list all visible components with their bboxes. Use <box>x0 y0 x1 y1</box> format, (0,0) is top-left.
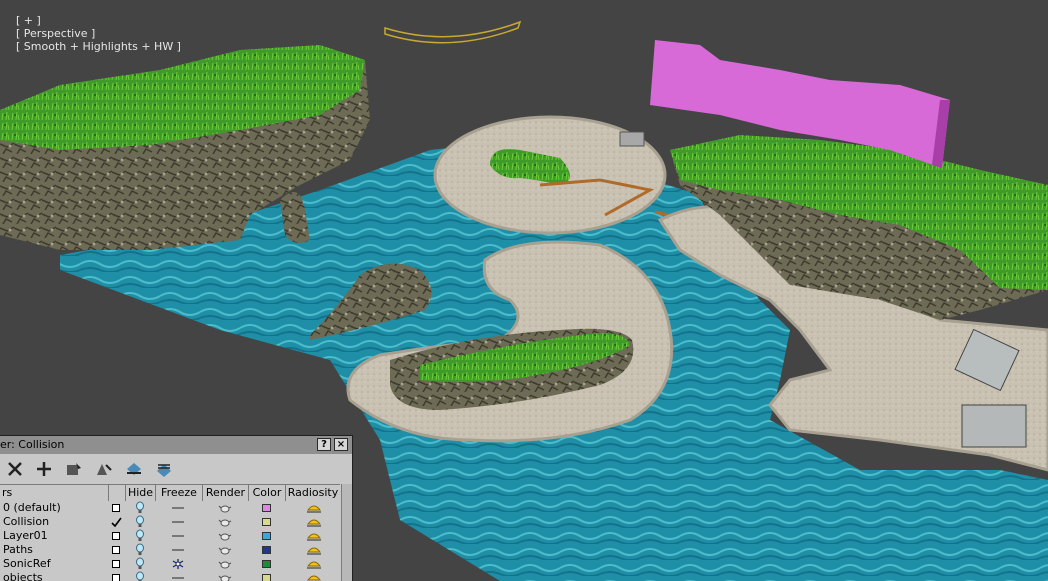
radiosity-sun-icon[interactable] <box>306 529 322 542</box>
current-layer-check-icon[interactable] <box>111 517 122 528</box>
viewport-view-menu[interactable]: [ Perspective ] <box>16 27 95 40</box>
layer-color-swatch[interactable] <box>262 532 271 540</box>
structure-b <box>961 404 1027 448</box>
layer-list: 0 (default) Collision Layer01 Paths SonicRef… <box>0 501 340 581</box>
layer-name[interactable]: 0 (default) <box>3 501 61 515</box>
freeze-dash-icon[interactable] <box>171 502 185 514</box>
layer-row[interactable]: SonicRef <box>0 557 340 571</box>
layer-row[interactable]: Layer01 <box>0 529 340 543</box>
freeze-dash-icon[interactable] <box>171 572 185 581</box>
col-freeze[interactable]: Freeze <box>155 485 202 501</box>
visibility-bulb-icon[interactable] <box>135 501 145 514</box>
layer-color-swatch[interactable] <box>262 504 271 512</box>
layer-color-swatch[interactable] <box>262 546 271 554</box>
layer-name[interactable]: SonicRef <box>3 557 51 571</box>
layer-list-scrollbar[interactable] <box>341 484 352 581</box>
visibility-bulb-icon[interactable] <box>135 571 145 581</box>
viewport-label: [ + ] [ Perspective ] [ Smooth + Highlig… <box>2 1 181 66</box>
radiosity-sun-icon[interactable] <box>306 543 322 556</box>
radiosity-sun-icon[interactable] <box>306 501 322 514</box>
layer-row[interactable]: Collision <box>0 515 340 529</box>
layer-name[interactable]: Paths <box>3 543 33 557</box>
spline-path <box>384 20 522 44</box>
layer-toolbar <box>0 456 352 482</box>
set-current-checkbox[interactable] <box>112 532 120 540</box>
radiosity-sun-icon[interactable] <box>306 571 322 581</box>
layer-color-swatch[interactable] <box>262 574 271 581</box>
render-teapot-icon[interactable] <box>218 544 232 556</box>
hide-all-icon[interactable] <box>124 459 144 479</box>
layer-row[interactable]: objects <box>0 571 340 581</box>
layer-color-swatch[interactable] <box>262 518 271 526</box>
viewport-shading-menu[interactable]: [ Smooth + Highlights + HW ] <box>16 40 181 53</box>
visibility-bulb-icon[interactable] <box>135 529 145 542</box>
frozen-snowflake-icon[interactable] <box>171 558 185 570</box>
col-render[interactable]: Render <box>202 485 248 501</box>
freeze-dash-icon[interactable] <box>171 516 185 528</box>
layer-name[interactable]: objects <box>3 571 43 581</box>
layer-row[interactable]: 0 (default) <box>0 501 340 515</box>
render-teapot-icon[interactable] <box>218 516 232 528</box>
layer-name[interactable]: Layer01 <box>3 529 48 543</box>
dialog-title: er: Collision <box>0 438 65 451</box>
select-icon[interactable] <box>64 459 84 479</box>
freeze-dash-icon[interactable] <box>171 544 185 556</box>
freeze-dash-icon[interactable] <box>171 530 185 542</box>
set-current-checkbox[interactable] <box>112 574 120 581</box>
render-teapot-icon[interactable] <box>218 558 232 570</box>
dialog-titlebar[interactable]: er: Collision ? × <box>0 436 352 454</box>
radiosity-sun-icon[interactable] <box>306 515 322 528</box>
delete-icon[interactable] <box>5 459 25 479</box>
layer-color-swatch[interactable] <box>262 560 271 568</box>
visibility-bulb-icon[interactable] <box>135 543 145 556</box>
col-color[interactable]: Color <box>248 485 285 501</box>
set-current-checkbox[interactable] <box>112 560 120 568</box>
set-current-checkbox[interactable] <box>112 546 120 554</box>
visibility-bulb-icon[interactable] <box>135 515 145 528</box>
layer-grid-header: rs Hide Freeze Render Color Radiosity <box>0 484 340 502</box>
add-icon[interactable] <box>34 459 54 479</box>
render-teapot-icon[interactable] <box>218 530 232 542</box>
layer-row[interactable]: Paths <box>0 543 340 557</box>
layer-name[interactable]: Collision <box>3 515 49 529</box>
col-name[interactable]: rs <box>0 485 108 501</box>
set-current-checkbox[interactable] <box>112 504 120 512</box>
render-teapot-icon[interactable] <box>218 572 232 581</box>
freeze-all-icon[interactable] <box>154 459 174 479</box>
highlight-icon[interactable] <box>94 459 114 479</box>
close-button[interactable]: × <box>334 438 348 451</box>
col-current[interactable] <box>108 485 125 501</box>
render-teapot-icon[interactable] <box>218 502 232 514</box>
visibility-bulb-icon[interactable] <box>135 557 145 570</box>
hut <box>619 131 645 147</box>
help-button[interactable]: ? <box>317 438 331 451</box>
col-radiosity[interactable]: Radiosity <box>285 485 340 501</box>
layer-manager-dialog: er: Collision ? × rs Hide Freeze Render … <box>0 435 353 581</box>
radiosity-sun-icon[interactable] <box>306 557 322 570</box>
col-hide[interactable]: Hide <box>125 485 155 501</box>
viewport-menu-plus[interactable]: [ + ] <box>16 14 41 27</box>
